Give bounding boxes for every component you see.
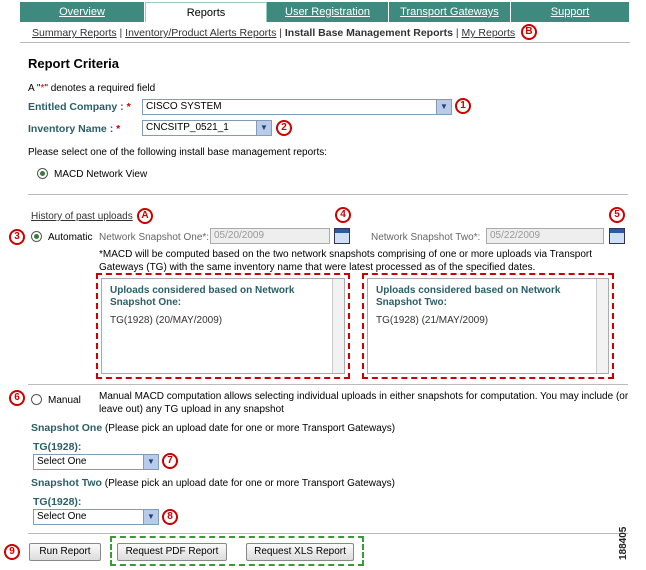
scrollbar[interactable] — [332, 279, 344, 373]
callout-b: B — [521, 24, 537, 40]
chevron-down-icon: ▼ — [436, 100, 451, 114]
run-report-button[interactable]: Run Report — [29, 543, 101, 561]
chevron-down-icon: ▼ — [143, 455, 158, 469]
callout-2: 2 — [276, 120, 292, 136]
entitled-company-label: Entitled Company : * — [28, 101, 131, 113]
manual-description: Manual MACD computation allows selecting… — [99, 391, 629, 415]
radio-automatic[interactable] — [31, 231, 42, 242]
subnav-summary-reports[interactable]: Summary Reports — [32, 27, 117, 39]
sub-navigation: Summary Reports | Inventory/Product Aler… — [32, 27, 516, 39]
callout-3: 3 — [9, 229, 25, 245]
callout-9: 9 — [4, 544, 20, 560]
calendar-icon[interactable] — [609, 228, 625, 244]
callout-1: 1 — [455, 98, 471, 114]
entitled-company-select[interactable]: CISCO SYSTEM ▼ — [142, 99, 452, 115]
panel1-title: Uploads considered based on Network Snap… — [110, 285, 295, 308]
subnav-install-base-current: Install Base Management Reports — [284, 27, 453, 39]
snapshot-two-uploads-panel: Uploads considered based on Network Snap… — [367, 278, 609, 374]
select-prompt: Please select one of the following insta… — [28, 147, 328, 158]
inventory-name-select[interactable]: CNCSITP_0521_1 ▼ — [142, 120, 272, 136]
panel2-value: TG(1928) (21/MAY/2009) — [376, 315, 489, 326]
tab-support[interactable]: Support — [511, 2, 630, 22]
calendar-icon[interactable] — [334, 228, 350, 244]
divider — [28, 194, 628, 195]
snapshot-two-heading: Snapshot Two (Please pick an upload date… — [31, 477, 395, 489]
snapshot-one-heading: Snapshot One (Please pick an upload date… — [31, 422, 396, 434]
page-title: Report Criteria — [28, 56, 120, 71]
history-uploads-link[interactable]: History of past uploads — [31, 211, 133, 222]
tab-transport-gateways[interactable]: Transport Gateways — [389, 2, 511, 22]
macd-network-view-label: MACD Network View — [54, 169, 148, 180]
automatic-label: Automatic — [48, 232, 93, 243]
snapshot-two-label: Network Snapshot Two*: — [371, 232, 481, 243]
tab-reports[interactable]: Reports — [145, 2, 267, 22]
figure-id: 188405 — [618, 526, 629, 560]
snapshot-two-date-input[interactable]: 05/22/2009 — [486, 228, 604, 244]
snapshot-one-label: Network Snapshot One*: — [99, 232, 210, 243]
manual-label: Manual — [48, 395, 81, 406]
required-note: A "*" denotes a required field — [28, 83, 156, 94]
snapshot-one-date-input[interactable]: 05/20/2009 — [210, 228, 330, 244]
callout-4: 4 — [335, 207, 351, 223]
radio-manual[interactable] — [31, 394, 42, 405]
tab-overview[interactable]: Overview — [20, 2, 145, 22]
tab-user-registration[interactable]: User Registration — [267, 2, 389, 22]
snapshot-two-tg-select[interactable]: Select One ▼ — [33, 509, 159, 525]
subnav-inventory-alerts[interactable]: Inventory/Product Alerts Reports — [125, 27, 276, 39]
callout-5: 5 — [609, 207, 625, 223]
callout-6: 6 — [9, 390, 25, 406]
divider — [28, 384, 628, 385]
snapshot-one-tg-select[interactable]: Select One ▼ — [33, 454, 159, 470]
panel1-value: TG(1928) (20/MAY/2009) — [110, 315, 223, 326]
divider — [20, 42, 630, 43]
panel2-title: Uploads considered based on Network Snap… — [376, 285, 561, 308]
callout-7: 7 — [162, 453, 178, 469]
chevron-down-icon: ▼ — [143, 510, 158, 524]
callout-8: 8 — [162, 509, 178, 525]
chevron-down-icon: ▼ — [256, 121, 271, 135]
radio-macd-network-view[interactable] — [37, 168, 48, 179]
subnav-my-reports[interactable]: My Reports — [462, 27, 516, 39]
macd-computation-note: *MACD will be computed based on the two … — [99, 249, 593, 273]
request-xls-button[interactable]: Request XLS Report — [246, 543, 354, 561]
request-pdf-button[interactable]: Request PDF Report — [117, 543, 227, 561]
scrollbar[interactable] — [596, 279, 608, 373]
inventory-name-label: Inventory Name : * — [28, 123, 121, 135]
snapshot-two-tg-label: TG(1928): — [33, 496, 82, 508]
snapshot-one-uploads-panel: Uploads considered based on Network Snap… — [101, 278, 345, 374]
callout-a: A — [137, 208, 153, 224]
divider — [28, 533, 628, 534]
snapshot-one-tg-label: TG(1928): — [33, 441, 82, 453]
top-nav-tabs: Overview Reports User Registration Trans… — [20, 2, 630, 22]
